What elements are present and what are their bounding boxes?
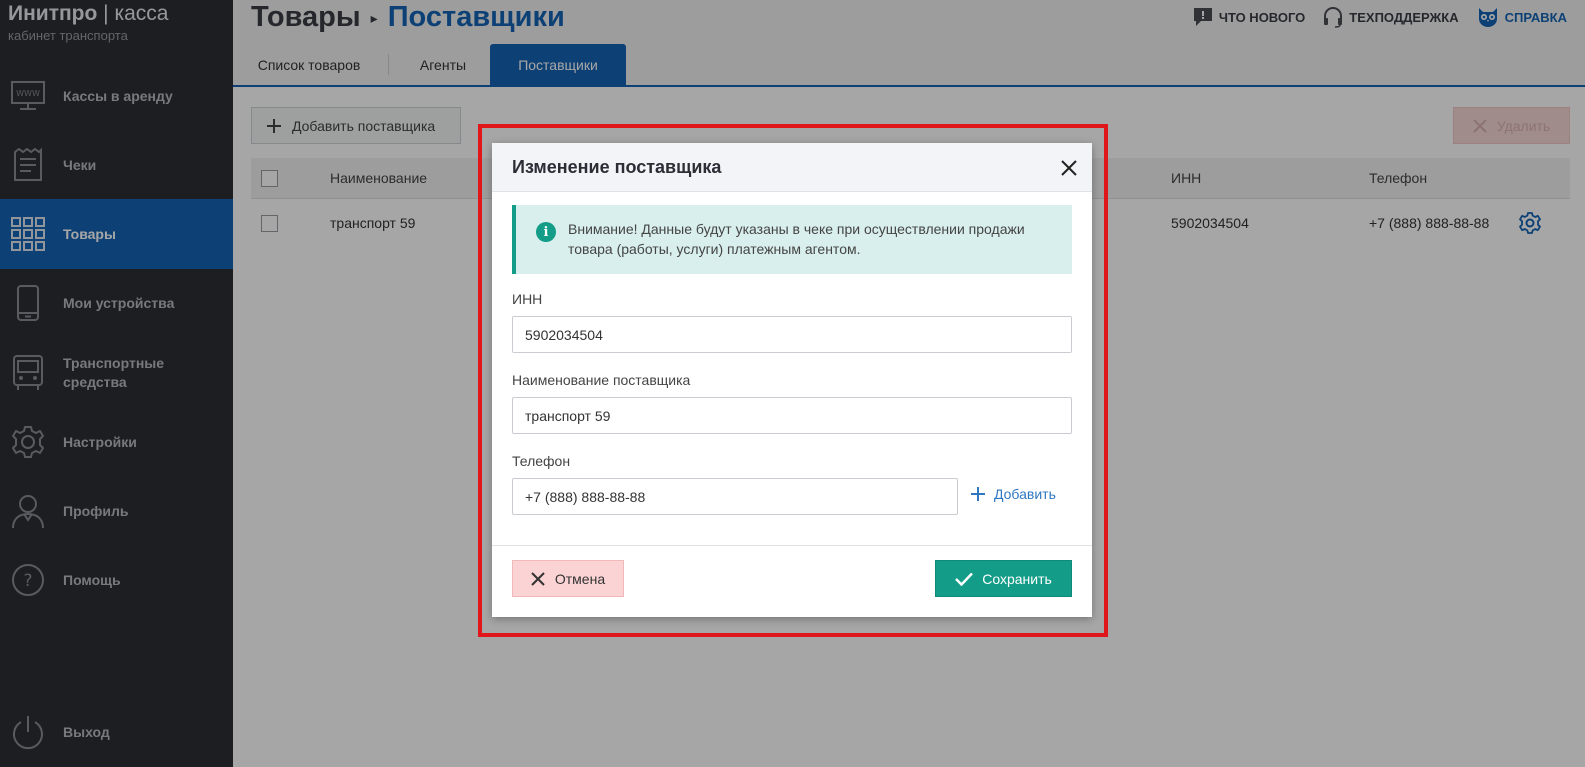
footer-divider bbox=[492, 545, 1092, 546]
supplier-name-label: Наименование поставщика bbox=[512, 372, 691, 388]
notice-text: Внимание! Данные будут указаны в чеке пр… bbox=[568, 221, 1025, 257]
supplier-name-input[interactable] bbox=[512, 397, 1072, 434]
cancel-label: Отмена bbox=[554, 570, 606, 587]
edit-supplier-dialog: Изменение поставщика i Внимание! Данные … bbox=[492, 143, 1092, 617]
cancel-button[interactable]: Отмена bbox=[512, 560, 624, 597]
inn-label: ИНН bbox=[512, 291, 543, 307]
save-label: Сохранить bbox=[982, 570, 1052, 587]
info-icon: i bbox=[536, 222, 556, 242]
close-dialog-button[interactable] bbox=[1056, 155, 1082, 181]
phone-label: Телефон bbox=[512, 453, 571, 469]
add-phone-button[interactable]: Добавить bbox=[970, 486, 1056, 502]
save-button[interactable]: Сохранить bbox=[935, 560, 1072, 597]
checkmark-icon bbox=[955, 572, 974, 586]
add-phone-label: Добавить bbox=[994, 486, 1056, 502]
info-notice: i Внимание! Данные будут указаны в чеке … bbox=[512, 205, 1072, 274]
dialog-title: Изменение поставщика bbox=[512, 157, 722, 177]
close-icon bbox=[531, 571, 545, 586]
phone-input[interactable] bbox=[512, 478, 958, 515]
plus-icon bbox=[971, 487, 985, 501]
inn-input[interactable] bbox=[512, 316, 1072, 353]
close-icon bbox=[1061, 160, 1077, 176]
dialog-header: Изменение поставщика bbox=[492, 143, 1092, 192]
